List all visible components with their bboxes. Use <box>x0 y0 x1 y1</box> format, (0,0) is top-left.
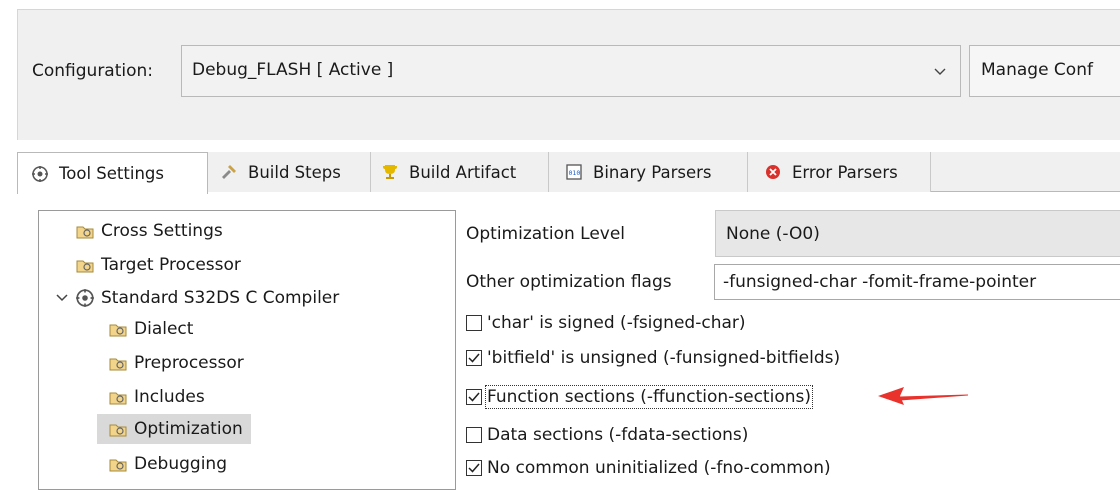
checkbox-box[interactable] <box>466 427 482 443</box>
tree-item-label: Debugging <box>134 454 227 474</box>
tree-item-cross-settings[interactable]: Cross Settings <box>75 216 223 246</box>
chevron-down-icon <box>934 68 946 75</box>
checkmark-icon <box>468 353 480 363</box>
tree-item-debugging[interactable]: Debugging <box>108 449 227 479</box>
tab-error-parsers[interactable]: Error Parsers <box>748 152 931 192</box>
tree-item-label: Optimization <box>134 419 243 439</box>
tree-item-label: Preprocessor <box>134 353 244 373</box>
checkbox-box[interactable] <box>466 389 482 405</box>
tab-label: Error Parsers <box>792 162 898 182</box>
configuration-label: Configuration: <box>32 61 154 81</box>
checkbox-label: 'bitfield' is unsigned (-funsigned-bitfi… <box>487 348 841 368</box>
error-icon <box>766 165 780 179</box>
tree-item-target-processor[interactable]: Target Processor <box>75 250 241 280</box>
binary-parsers-icon: 010 <box>566 164 582 180</box>
settings-folder-icon <box>76 260 94 273</box>
tab-build-steps[interactable]: Build Steps <box>208 152 371 192</box>
optimization-level-select[interactable]: None (-O0) <box>715 210 1120 257</box>
tab-binary-parsers[interactable]: 010 Binary Parsers <box>549 152 748 192</box>
tab-label: Binary Parsers <box>593 162 712 182</box>
checkbox-label: 'char' is signed (-fsigned-char) <box>487 313 746 333</box>
build-artifact-icon <box>383 165 397 179</box>
tree-item-standard-s32ds-c-compiler[interactable]: Standard S32DS C Compiler <box>55 283 339 313</box>
chevron-down-icon[interactable] <box>55 291 69 305</box>
svg-text:010: 010 <box>569 169 581 177</box>
checkbox-box[interactable] <box>466 315 482 331</box>
manage-configurations-button[interactable]: Manage Conf <box>969 45 1120 97</box>
tree-item-label: Dialect <box>134 319 194 339</box>
tab-label: Tool Settings <box>59 164 164 183</box>
other-optimization-flags-label: Other optimization flags <box>466 272 672 292</box>
checkbox-unsigned-bitfields[interactable]: 'bitfield' is unsigned (-funsigned-bitfi… <box>466 345 840 371</box>
checkbox-signed-char[interactable]: 'char' is signed (-fsigned-char) <box>466 310 746 336</box>
settings-folder-icon <box>109 358 127 371</box>
settings-folder-icon <box>109 324 127 337</box>
tree-item-dialect[interactable]: Dialect <box>108 314 193 344</box>
other-optimization-flags-input[interactable] <box>714 264 1120 300</box>
settings-folder-icon <box>109 459 127 472</box>
manage-configurations-label: Manage Conf <box>981 60 1093 80</box>
checkbox-data-sections[interactable]: Data sections (-fdata-sections) <box>466 422 748 448</box>
tool-settings-icon <box>76 289 94 307</box>
tab-label: Build Steps <box>248 162 341 182</box>
configuration-select[interactable]: Debug_FLASH [ Active ] <box>181 45 961 97</box>
build-steps-icon <box>222 165 236 179</box>
checkbox-no-common[interactable]: No common uninitialized (-fno-common) <box>466 455 831 481</box>
tab-label: Build Artifact <box>409 162 517 182</box>
tree-item-optimization[interactable]: Optimization <box>97 414 251 444</box>
configuration-select-value: Debug_FLASH [ Active ] <box>192 60 394 80</box>
checkbox-box[interactable] <box>466 350 482 366</box>
tree-item-includes[interactable]: Includes <box>108 382 205 412</box>
checkmark-icon <box>468 392 480 402</box>
tree-item-label: Cross Settings <box>101 221 223 241</box>
tab-tool-settings[interactable]: Tool Settings <box>17 152 208 194</box>
checkbox-label: No common uninitialized (-fno-common) <box>487 458 831 478</box>
settings-folder-icon <box>76 226 94 239</box>
tool-settings-icon <box>32 165 48 182</box>
tab-build-artifact[interactable]: Build Artifact <box>371 152 549 192</box>
tree-item-preprocessor[interactable]: Preprocessor <box>108 348 244 378</box>
optimization-level-label: Optimization Level <box>466 224 626 244</box>
checkbox-function-sections[interactable]: Function sections (-ffunction-sections) <box>466 384 813 410</box>
optimization-level-value: None (-O0) <box>726 224 820 244</box>
tree-item-label: Standard S32DS C Compiler <box>101 288 340 308</box>
checkbox-label: Data sections (-fdata-sections) <box>487 425 749 445</box>
checkmark-icon <box>468 463 480 473</box>
checkbox-label: Function sections (-ffunction-sections) <box>485 385 813 409</box>
settings-folder-icon <box>109 424 127 437</box>
tree-item-label: Target Processor <box>101 255 241 275</box>
tree-item-label: Includes <box>134 387 205 407</box>
checkbox-box[interactable] <box>466 460 482 476</box>
annotation-arrow-icon <box>878 387 968 405</box>
settings-folder-icon <box>109 392 127 405</box>
